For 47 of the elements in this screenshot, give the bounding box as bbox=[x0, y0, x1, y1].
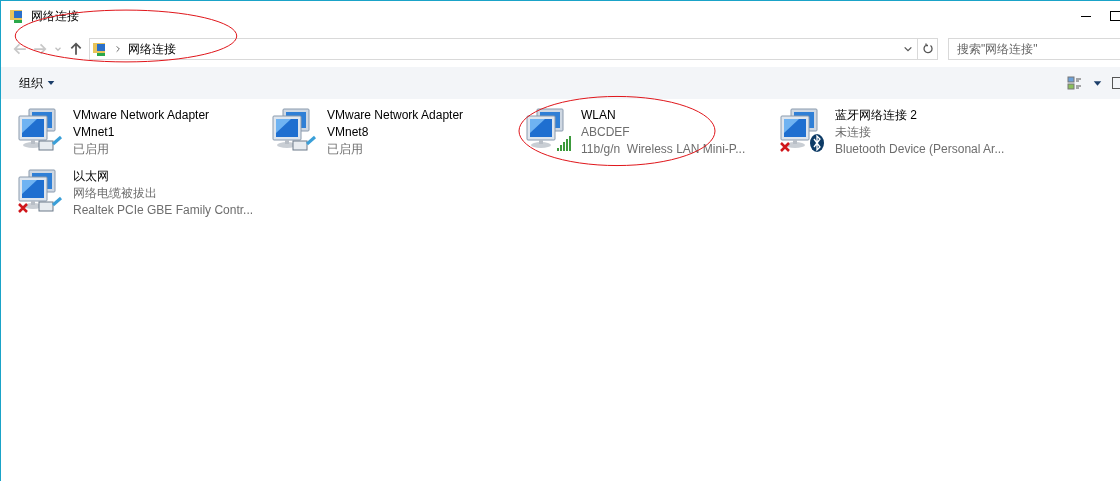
connection-name: 以太网 bbox=[73, 168, 110, 185]
chevron-icon bbox=[114, 45, 122, 53]
connection-detail: ABCDEF bbox=[581, 124, 631, 141]
network-plug-icon bbox=[38, 196, 62, 212]
connection-detail: 网络电缆被拔出 bbox=[73, 185, 158, 202]
connection-name: VMnet8 bbox=[327, 124, 370, 141]
up-arrow-icon[interactable] bbox=[69, 42, 83, 56]
connection-item[interactable]: 以太网 网络电缆被拔出 Realtek PCIe GBE Family Contr... bbox=[17, 168, 254, 219]
connection-name: VMware Network Adapter bbox=[327, 107, 464, 124]
connection-item[interactable]: WLAN ABCDEF 11b/g/n Wireless LAN Mini-P... bbox=[525, 107, 746, 158]
dropdown-caret-icon[interactable] bbox=[903, 44, 913, 54]
view-options-icon[interactable] bbox=[1067, 75, 1083, 91]
connection-detail: 已启用 bbox=[73, 141, 110, 158]
breadcrumb[interactable]: 网络连接 bbox=[128, 40, 176, 58]
connection-detail: 未连接 bbox=[835, 124, 872, 141]
address-bar[interactable]: 网络连接 bbox=[89, 38, 918, 60]
connection-item[interactable]: VMware Network Adapter VMnet8 已启用 bbox=[271, 107, 464, 158]
back-arrow-icon[interactable] bbox=[13, 42, 27, 56]
connection-name: VMnet1 bbox=[73, 124, 116, 141]
connection-detail: Realtek PCIe GBE Family Contr... bbox=[73, 202, 254, 219]
connection-name: 蓝牙网络连接 2 bbox=[835, 107, 918, 124]
computer-monitors-icon bbox=[272, 108, 310, 148]
bluetooth-icon bbox=[810, 134, 824, 152]
connection-detail: 已启用 bbox=[327, 141, 364, 158]
connection-detail: 11b/g/n Wireless LAN Mini-P... bbox=[581, 141, 746, 158]
signal-bars-icon bbox=[557, 136, 571, 151]
computer-monitors-icon bbox=[18, 108, 56, 148]
connection-name: VMware Network Adapter bbox=[73, 107, 210, 124]
search-field[interactable]: 搜索"网络连接" bbox=[948, 38, 1120, 60]
connection-item[interactable]: VMware Network Adapter VMnet1 已启用 bbox=[17, 107, 210, 158]
caret-icon[interactable] bbox=[1093, 78, 1102, 88]
refresh-button[interactable] bbox=[918, 38, 938, 60]
connection-name: WLAN bbox=[581, 107, 617, 124]
organize-menu-button[interactable]: 组织 bbox=[19, 74, 55, 92]
network-folder-icon bbox=[9, 8, 25, 24]
computer-monitors-icon bbox=[18, 169, 56, 209]
computer-monitors-icon bbox=[780, 108, 818, 148]
computer-monitors-icon bbox=[526, 108, 564, 148]
connection-detail: Bluetooth Device (Personal Ar... bbox=[835, 141, 1005, 158]
connection-item[interactable]: 蓝牙网络连接 2 未连接 Bluetooth Device (Personal Ar... bbox=[779, 107, 1005, 158]
network-plug-icon bbox=[38, 135, 62, 151]
network-folder-icon bbox=[92, 41, 108, 57]
network-plug-icon bbox=[292, 135, 316, 151]
preview-pane-icon[interactable] bbox=[1112, 77, 1120, 89]
caret-icon bbox=[47, 79, 55, 87]
refresh-icon bbox=[921, 43, 934, 55]
forward-arrow-icon[interactable] bbox=[33, 42, 47, 56]
